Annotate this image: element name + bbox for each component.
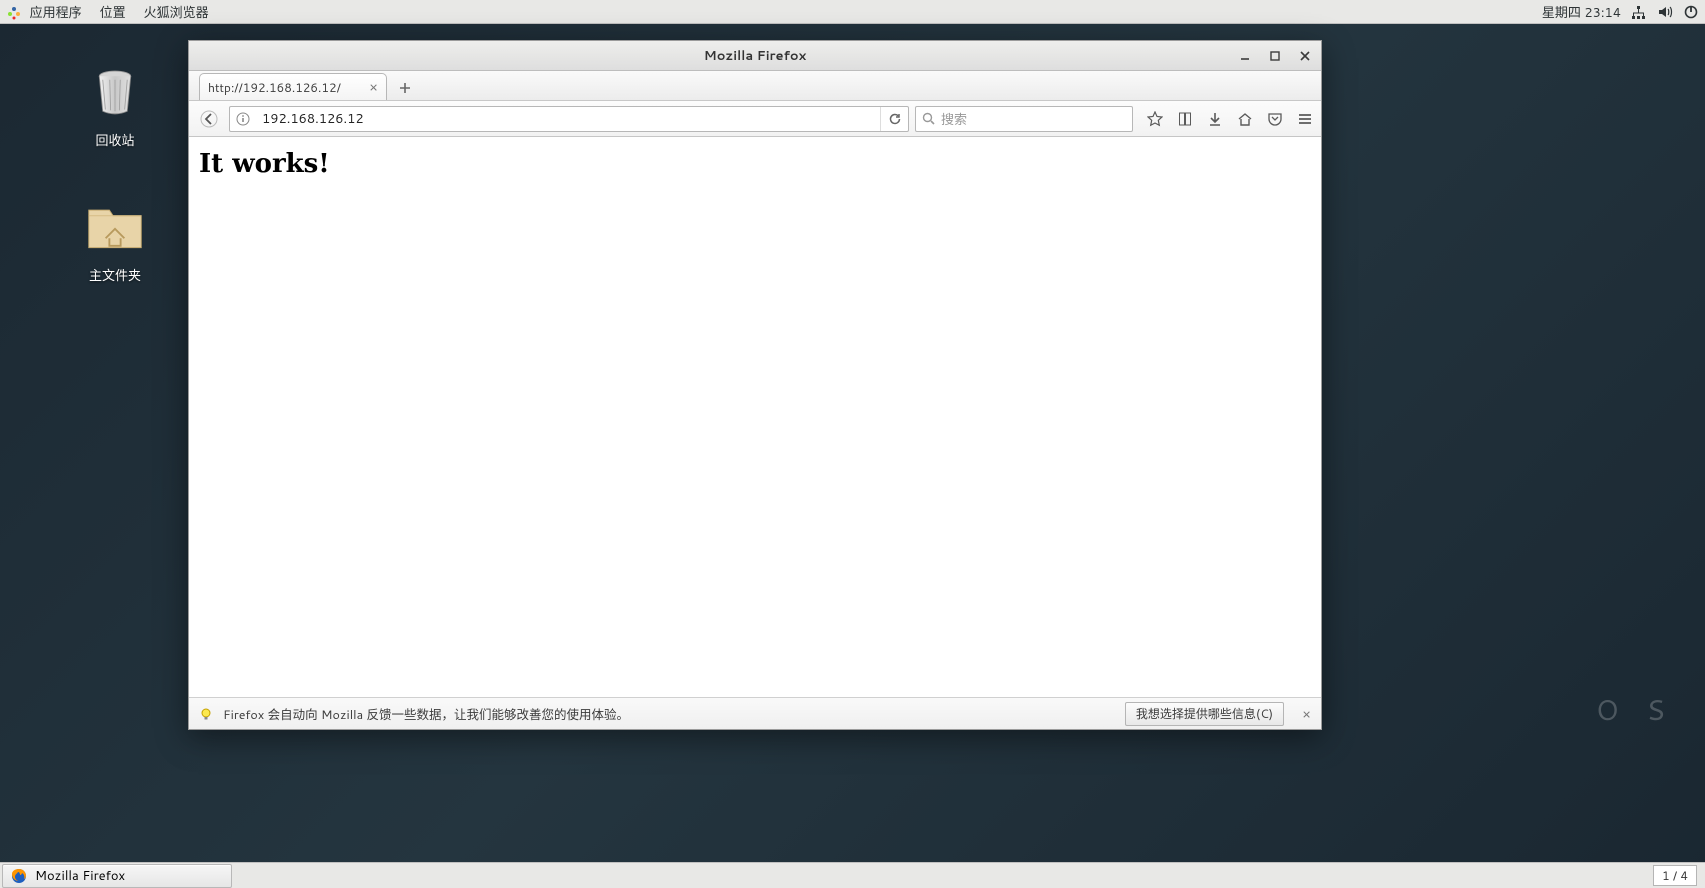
desktop-home-label: 主文件夹 [70, 265, 160, 285]
gnome-bottom-panel: Mozilla Firefox 1 / 4 [0, 862, 1705, 888]
notification-close-button[interactable]: × [1302, 704, 1311, 724]
desktop-trash[interactable]: 回收站 [70, 60, 160, 150]
panel-clock[interactable]: 星期四 23:14 [1542, 2, 1621, 22]
reload-button[interactable] [880, 107, 908, 131]
gnome-logo-icon [6, 5, 22, 21]
notification-choose-button[interactable]: 我想选择提供哪些信息(C) [1125, 702, 1284, 726]
lightbulb-icon [199, 707, 213, 721]
firefox-window: Mozilla Firefox http://192.168.126.12/ × [188, 40, 1322, 730]
places-menu[interactable]: 位置 [100, 2, 126, 22]
firefox-icon [11, 868, 27, 884]
window-close-button[interactable] [1295, 46, 1315, 66]
applications-menu[interactable]: 应用程序 [6, 2, 82, 22]
reading-list-icon[interactable] [1175, 109, 1195, 129]
panel-left: 应用程序 位置 火狐浏览器 [6, 2, 209, 22]
window-maximize-button[interactable] [1265, 46, 1285, 66]
browser-tab[interactable]: http://192.168.126.12/ × [199, 73, 387, 100]
pocket-icon[interactable] [1265, 109, 1285, 129]
firefox-menu[interactable]: 火狐浏览器 [144, 2, 209, 22]
search-icon [922, 112, 935, 125]
url-bar[interactable]: 192.168.126.12 [229, 106, 909, 132]
power-icon[interactable] [1683, 4, 1699, 20]
firefox-tabbar: http://192.168.126.12/ × [189, 71, 1321, 101]
desktop-trash-label: 回收站 [70, 130, 160, 150]
url-text: 192.168.126.12 [256, 110, 880, 128]
new-tab-button[interactable] [391, 76, 419, 100]
notification-text: Firefox 会自动向 Mozilla 反馈一些数据，让我们能够改善您的使用体… [223, 704, 629, 724]
window-minimize-button[interactable] [1235, 46, 1255, 66]
panel-right: 星期四 23:14 [1542, 2, 1699, 22]
search-placeholder: 搜索 [941, 109, 967, 129]
bookmark-star-icon[interactable] [1145, 109, 1165, 129]
volume-icon[interactable] [1657, 4, 1673, 20]
search-box[interactable]: 搜索 [915, 106, 1133, 132]
back-button[interactable] [195, 105, 223, 133]
gnome-top-panel: 应用程序 位置 火狐浏览器 星期四 23:14 [0, 0, 1705, 24]
tab-close-button[interactable]: × [369, 77, 378, 97]
firefox-titlebar[interactable]: Mozilla Firefox [189, 41, 1321, 71]
toolbar-icons [1145, 109, 1315, 129]
page-heading: It works! [199, 149, 1311, 179]
taskbar-firefox-label: Mozilla Firefox [35, 867, 125, 885]
notification-bar: Firefox 会自动向 Mozilla 反馈一些数据，让我们能够改善您的使用体… [189, 697, 1321, 729]
workspace-indicator[interactable]: 1 / 4 [1653, 865, 1697, 886]
firefox-window-title: Mozilla Firefox [704, 47, 807, 65]
desktop-home[interactable]: 主文件夹 [70, 195, 160, 285]
firefox-navbar: 192.168.126.12 搜索 [189, 101, 1321, 137]
folder-home-icon [83, 195, 147, 259]
trash-icon [83, 60, 147, 124]
taskbar-firefox-button[interactable]: Mozilla Firefox [2, 864, 232, 888]
hamburger-menu-icon[interactable] [1295, 109, 1315, 129]
network-icon[interactable] [1631, 4, 1647, 20]
applications-menu-label: 应用程序 [30, 4, 82, 22]
page-content: It works! [189, 137, 1321, 697]
home-icon[interactable] [1235, 109, 1255, 129]
os-watermark: O S [1596, 690, 1675, 730]
window-controls [1235, 41, 1315, 70]
downloads-icon[interactable] [1205, 109, 1225, 129]
browser-tab-title: http://192.168.126.12/ [208, 79, 341, 96]
site-info-icon[interactable] [230, 112, 256, 126]
